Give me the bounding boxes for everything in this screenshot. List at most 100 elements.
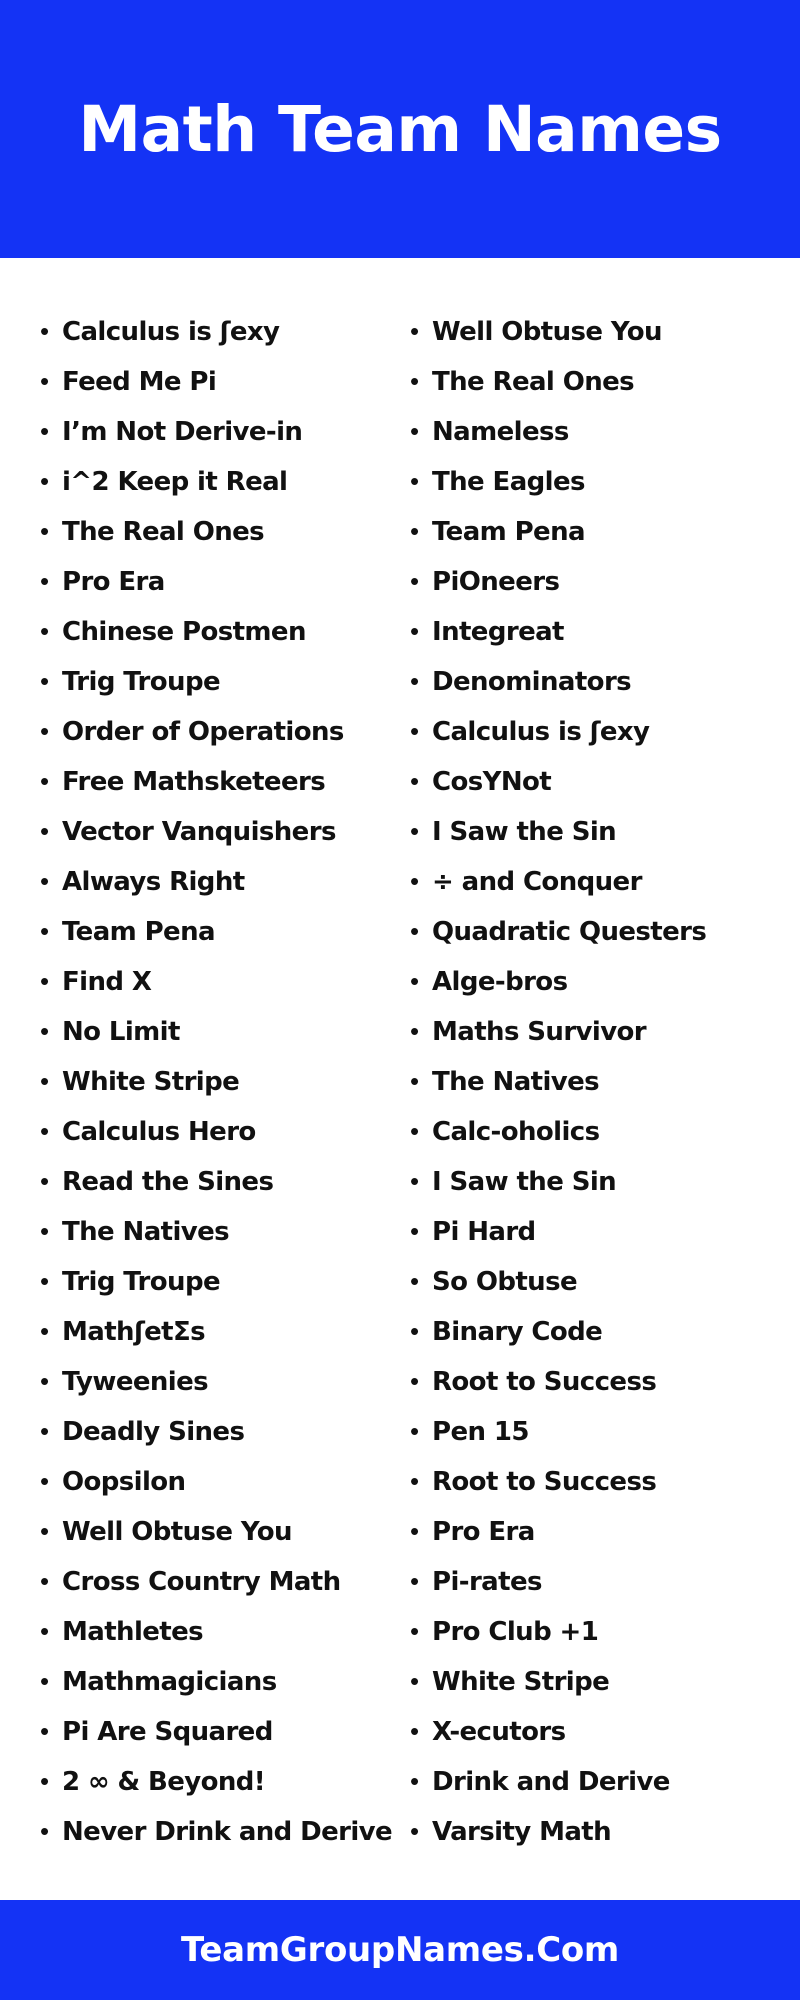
team-name-label: Nameless [432, 417, 569, 447]
list-item: • Feed Me Pi [40, 356, 400, 406]
page-title: Math Team Names [78, 92, 722, 166]
list-item: • Denominators [410, 656, 800, 706]
list-item: • The Natives [410, 1056, 800, 1106]
bullet-icon: • [40, 1716, 50, 1746]
team-name-label: Read the Sines [62, 1167, 274, 1197]
bullet-icon: • [410, 816, 420, 846]
bullet-icon: • [410, 366, 420, 396]
list-item: • I’m Not Derive-in [40, 406, 400, 456]
list-item: • So Obtuse [410, 1256, 800, 1306]
bullet-icon: • [410, 1766, 420, 1796]
list-item: • Deadly Sines [40, 1406, 400, 1456]
team-name-label: The Natives [432, 1067, 600, 1097]
bullet-icon: • [410, 966, 420, 996]
list-item: • Well Obtuse You [40, 1506, 400, 1556]
team-name-label: Chinese Postmen [62, 617, 306, 647]
list-item: • Pen 15 [410, 1406, 800, 1456]
list-item: • Nameless [410, 406, 800, 456]
team-name-label: CosYNot [432, 767, 552, 797]
bullet-icon: • [410, 1216, 420, 1246]
team-name-label: Quadratic Questers [432, 917, 707, 947]
bullet-icon: • [410, 1066, 420, 1096]
team-name-label: Pen 15 [432, 1417, 529, 1447]
list-item: • I Saw the Sin [410, 1156, 800, 1206]
bullet-icon: • [40, 1566, 50, 1596]
bullet-icon: • [40, 1616, 50, 1646]
team-name-label: Pro Era [432, 1517, 535, 1547]
team-name-label: Find X [62, 967, 152, 997]
team-name-label: Binary Code [432, 1317, 603, 1347]
list-item: • Order of Operations [40, 706, 400, 756]
list-item: • Free Mathsketeers [40, 756, 400, 806]
list-item: • Pi-rates [410, 1556, 800, 1606]
team-name-label: Vector Vanquishers [62, 817, 336, 847]
name-list-left-column: • Calculus is ʃexy • Feed Me Pi • I’m Not Der… [0, 306, 400, 1856]
list-item: • Alge-bros [410, 956, 800, 1006]
list-item: • Pi Are Squared [40, 1706, 400, 1756]
list-item: • MathʃetΣs [40, 1306, 400, 1356]
list-item: • Well Obtuse You [410, 306, 800, 356]
team-name-label: Calc-oholics [432, 1117, 600, 1147]
bullet-icon: • [40, 1316, 50, 1346]
bullet-icon: • [410, 466, 420, 496]
bullet-icon: • [410, 566, 420, 596]
team-name-label: Mathletes [62, 1617, 204, 1647]
bullet-icon: • [40, 866, 50, 896]
team-name-label: Pi Are Squared [62, 1717, 273, 1747]
team-name-label: Deadly Sines [62, 1417, 245, 1447]
bullet-icon: • [40, 966, 50, 996]
team-name-label: I’m Not Derive-in [62, 417, 303, 447]
bullet-icon: • [40, 466, 50, 496]
bullet-icon: • [40, 1766, 50, 1796]
team-name-label: Alge-bros [432, 967, 568, 997]
team-name-label: Team Pena [432, 517, 586, 547]
team-name-label: Well Obtuse You [62, 1517, 292, 1547]
list-item: • Pro Club +1 [410, 1606, 800, 1656]
team-name-label: Denominators [432, 667, 632, 697]
bullet-icon: • [410, 1016, 420, 1046]
team-name-label: Team Pena [62, 917, 216, 947]
list-item: • Team Pena [410, 506, 800, 556]
team-name-label: Cross Country Math [62, 1567, 341, 1597]
bullet-icon: • [410, 1266, 420, 1296]
list-item: • Pro Era [410, 1506, 800, 1556]
list-item: • Root to Success [410, 1356, 800, 1406]
team-name-label: White Stripe [432, 1667, 610, 1697]
list-item: • Find X [40, 956, 400, 1006]
bullet-icon: • [40, 1816, 50, 1846]
list-item: • Binary Code [410, 1306, 800, 1356]
list-item: • ÷ and Conquer [410, 856, 800, 906]
team-name-label: The Real Ones [432, 367, 635, 397]
list-item: • PiOneers [410, 556, 800, 606]
team-name-label: Never Drink and Derive [62, 1817, 393, 1847]
bullet-icon: • [410, 1316, 420, 1346]
team-name-label: ÷ and Conquer [432, 867, 642, 897]
list-item: • Chinese Postmen [40, 606, 400, 656]
team-name-label: Pi Hard [432, 1217, 536, 1247]
list-item: • Never Drink and Derive [40, 1806, 400, 1856]
bullet-icon: • [40, 1666, 50, 1696]
team-name-label: Mathmagicians [62, 1667, 277, 1697]
bullet-icon: • [40, 1066, 50, 1096]
list-item: • The Natives [40, 1206, 400, 1256]
team-name-label: Root to Success [432, 1367, 657, 1397]
list-item: • Trig Troupe [40, 656, 400, 706]
team-name-label: The Real Ones [62, 517, 265, 547]
list-item: • Tyweenies [40, 1356, 400, 1406]
team-name-label: Oopsilon [62, 1467, 186, 1497]
list-item: • White Stripe [410, 1656, 800, 1706]
team-name-label: Feed Me Pi [62, 367, 217, 397]
poster-header: Math Team Names [0, 0, 800, 258]
team-name-label: Maths Survivor [432, 1017, 647, 1047]
list-item: • Drink and Derive [410, 1756, 800, 1806]
bullet-icon: • [40, 1216, 50, 1246]
bullet-icon: • [410, 1616, 420, 1646]
bullet-icon: • [410, 1816, 420, 1846]
list-item: • Always Right [40, 856, 400, 906]
list-item: • Maths Survivor [410, 1006, 800, 1056]
list-item: • The Eagles [410, 456, 800, 506]
bullet-icon: • [40, 916, 50, 946]
team-name-label: X-ecutors [432, 1717, 566, 1747]
team-name-label: Drink and Derive [432, 1767, 670, 1797]
team-name-label: PiOneers [432, 567, 560, 597]
